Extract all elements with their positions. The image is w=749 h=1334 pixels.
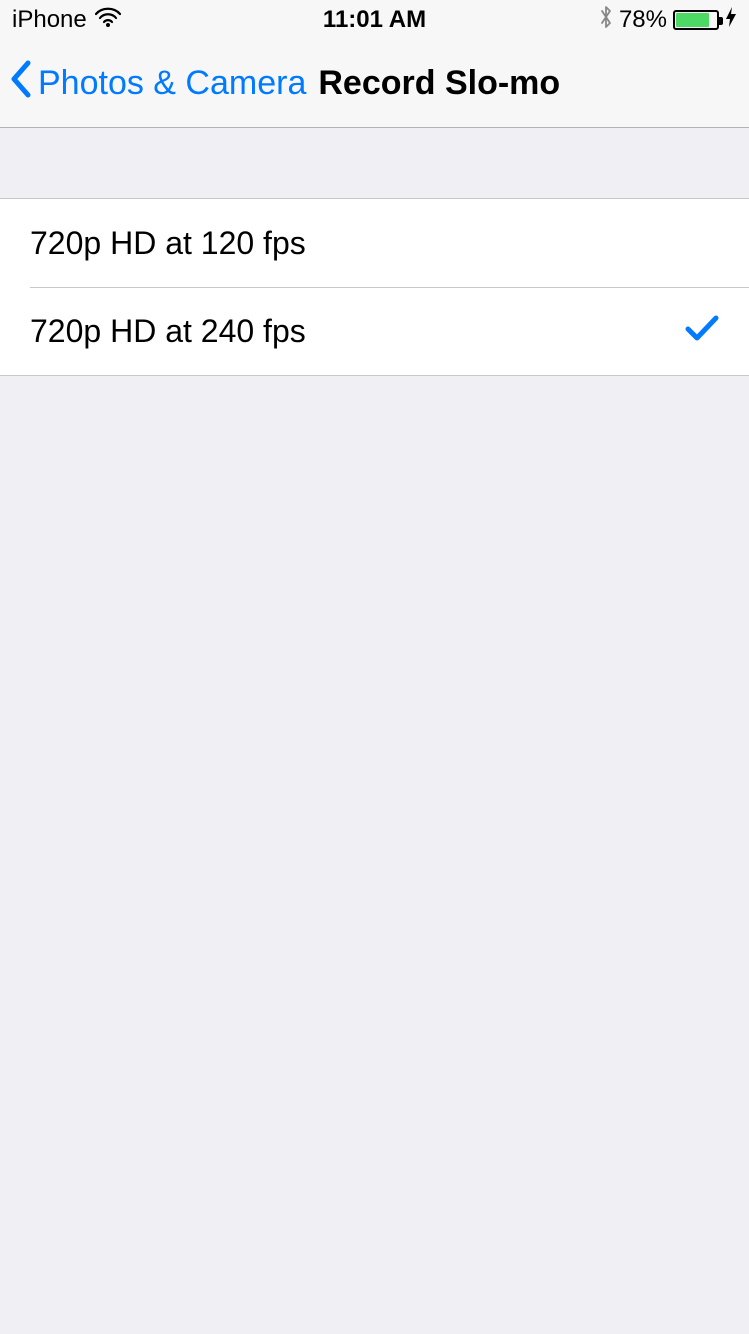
nav-bar: Photos & Camera Record Slo-mo	[0, 40, 749, 128]
option-720p-240fps[interactable]: 720p HD at 240 fps	[0, 287, 749, 375]
back-button[interactable]: Photos & Camera	[10, 60, 306, 107]
status-time: 11:01 AM	[323, 6, 426, 34]
wifi-icon	[95, 6, 121, 34]
page-title: Record Slo-mo	[318, 64, 560, 103]
option-label: 720p HD at 120 fps	[30, 225, 306, 262]
checkmark-icon	[685, 313, 719, 350]
status-bar: iPhone 11:01 AM 78%	[0, 0, 749, 40]
option-720p-120fps[interactable]: 720p HD at 120 fps	[0, 199, 749, 287]
battery-percent: 78%	[619, 6, 667, 34]
charging-icon	[725, 6, 737, 35]
bluetooth-icon	[599, 5, 613, 36]
back-label: Photos & Camera	[38, 64, 306, 103]
carrier-label: iPhone	[12, 6, 87, 34]
option-label: 720p HD at 240 fps	[30, 313, 306, 350]
status-right: 78%	[599, 5, 737, 36]
battery-icon	[673, 10, 719, 30]
chevron-left-icon	[10, 60, 32, 107]
status-left: iPhone	[12, 6, 121, 34]
section-spacer	[0, 128, 749, 198]
options-list: 720p HD at 120 fps 720p HD at 240 fps	[0, 198, 749, 376]
